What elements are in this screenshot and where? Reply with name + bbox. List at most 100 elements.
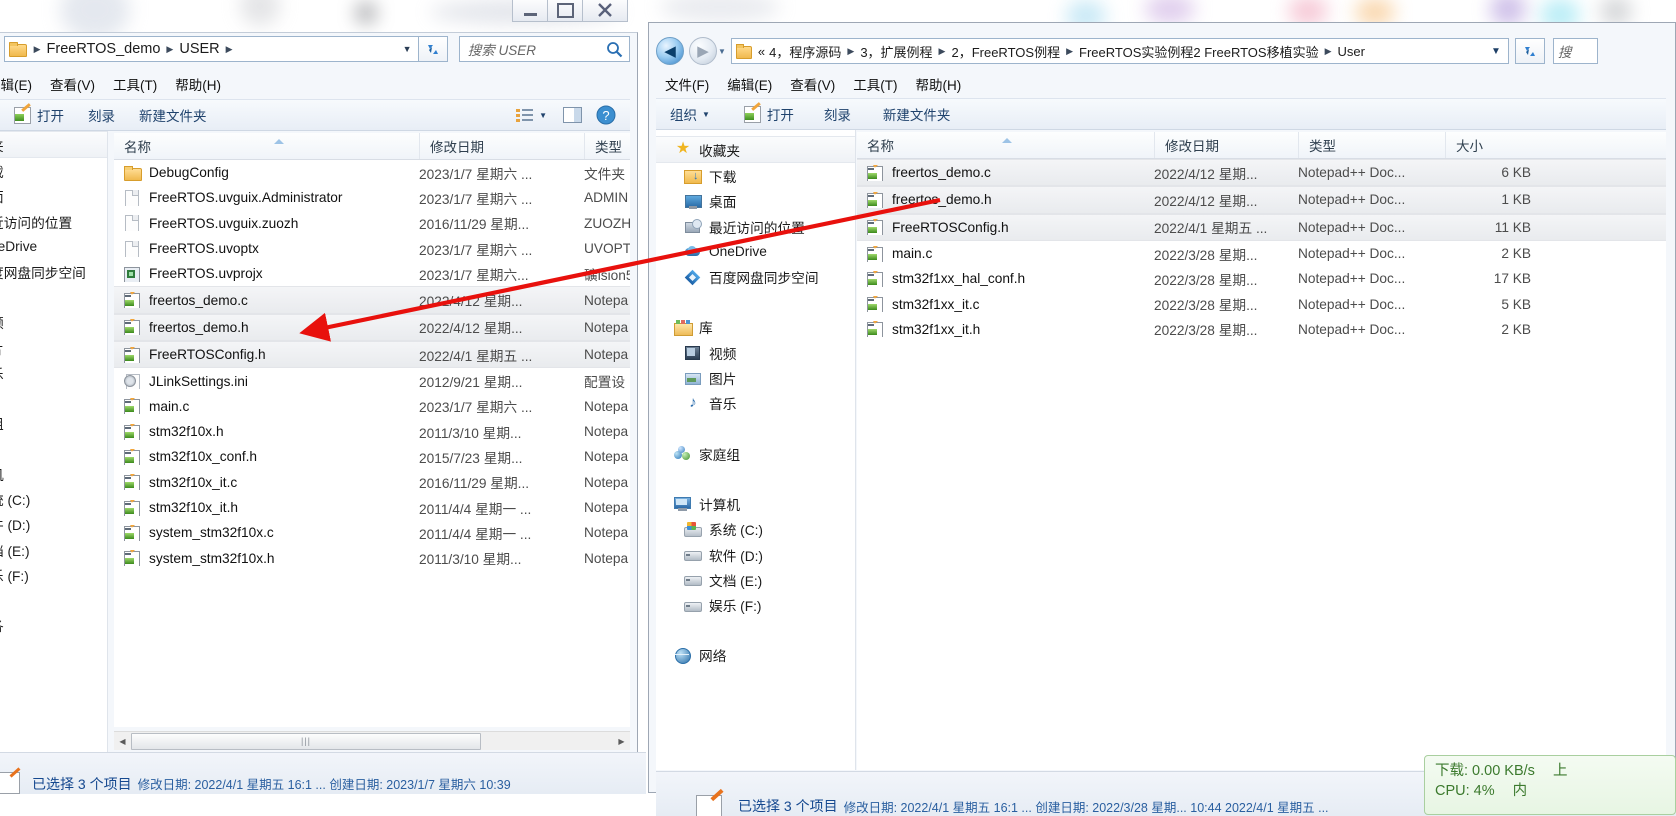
chevron-down-icon[interactable]: ▼	[539, 111, 547, 120]
table-row[interactable]: stm32f10x.h 2011/3/10 星期... Notepa	[114, 419, 630, 444]
file-name-cell[interactable]: FreeRTOS.uvprojx	[114, 266, 419, 282]
scroll-thumb[interactable]: |||	[131, 732, 481, 750]
file-name-cell[interactable]: JLinkSettings.ini	[114, 373, 419, 390]
file-name-cell[interactable]: main.c	[857, 245, 1154, 262]
file-name-cell[interactable]: system_stm32f10x.h	[114, 550, 419, 567]
menu-item-edit[interactable]: 编辑(E)	[0, 74, 41, 94]
sidebar-item-下载[interactable]: ↓ 下载	[656, 163, 855, 188]
file-name-cell[interactable]: DebugConfig	[114, 165, 419, 181]
sidebar-item-OneDrive[interactable]: OneDrive	[656, 239, 855, 264]
sidebar-item-8[interactable]: 片	[0, 335, 107, 360]
table-row[interactable]: stm32f10x_it.c 2016/11/29 星期... Notepa	[114, 470, 630, 495]
file-name-cell[interactable]: stm32f1xx_hal_conf.h	[857, 270, 1154, 287]
back-button[interactable]: ◀	[656, 37, 684, 65]
burn-button[interactable]: 刻录	[806, 104, 863, 124]
search-input[interactable]: 搜	[1558, 41, 1572, 61]
network-monitor-widget[interactable]: 下载: 0.00 KB/s 上 CPU: 4% 内	[1424, 755, 1676, 815]
table-row[interactable]: system_stm32f10x.h 2011/3/10 星期... Notepa	[114, 545, 630, 570]
sidebar-item-视频[interactable]: 视频	[656, 340, 855, 365]
breadcrumb-item[interactable]: 2，FreeRTOS例程	[950, 42, 1061, 61]
sidebar-group-库[interactable]: 库	[656, 315, 855, 340]
breadcrumb-dropdown-icon[interactable]: ▼	[403, 44, 416, 54]
breadcrumb-item[interactable]: User	[1337, 44, 1366, 59]
sidebar-item-7[interactable]: 频	[0, 310, 107, 335]
table-row[interactable]: FreeRTOS.uvprojx 2023/1/7 星期六... 礦ision5	[114, 261, 630, 286]
right-search-box[interactable]: 搜	[1552, 38, 1598, 64]
breadcrumb-item[interactable]: 3，扩展例程	[859, 42, 933, 61]
sidebar-item-百度网盘同步空间[interactable]: 百度网盘同步空间	[656, 264, 855, 289]
explorer-window-right[interactable]: ◀ ▶ ▼ « 4，程序源码 ▶ 3，扩展例程 ▶ 2，FreeRTOS例程 ▶…	[648, 22, 1676, 816]
sidebar-item-文档 (E:)[interactable]: 文档 (E:)	[656, 567, 855, 592]
table-row[interactable]: freertos_demo.h 2022/4/12 星期... Notepa	[114, 313, 630, 342]
explorer-window-left[interactable]: ▼ ▶ FreeRTOS_demo ▶ USER ▶ ▼ 搜索 USER	[0, 0, 646, 794]
left-window-controls[interactable]	[512, 0, 628, 22]
menu-item-view[interactable]: 查看(V)	[41, 74, 104, 94]
left-file-list[interactable]: DebugConfig 2023/1/7 星期六 ... 文件夹 FreeRTOS.u…	[114, 160, 630, 727]
file-name-cell[interactable]: freertos_demo.c	[857, 164, 1154, 181]
sidebar-item-19[interactable]: 各	[0, 612, 107, 637]
file-name-cell[interactable]: main.c	[114, 398, 419, 415]
sidebar-item-音乐[interactable]: ♪ 音乐	[656, 391, 855, 416]
change-view-button[interactable]: ▼	[510, 108, 553, 123]
file-name-cell[interactable]: system_stm32f10x.c	[114, 524, 419, 541]
table-row[interactable]: freertos_demo.c 2022/4/12 星期... Notepa	[114, 286, 630, 314]
sidebar-item-娱乐 (F:)[interactable]: 娱乐 (F:)	[656, 592, 855, 617]
left-column-headers[interactable]: 名称 修改日期 类型	[114, 133, 630, 160]
new-folder-button[interactable]: 新建文件夹	[127, 105, 219, 125]
table-row[interactable]: FreeRTOSConfig.h 2022/4/1 星期五 ... Notepa	[114, 341, 630, 369]
right-toolbar[interactable]: 组织 ▼ 打开 刻录 新建文件夹	[656, 98, 1666, 130]
right-menu-bar[interactable]: 文件(F) 编辑(E) 查看(V) 工具(T) 帮助(H)	[656, 72, 1666, 96]
menu-item-edit[interactable]: 编辑(E)	[718, 74, 781, 94]
forward-button[interactable]: ▶	[689, 37, 717, 65]
right-address-bar[interactable]: ◀ ▶ ▼ « 4，程序源码 ▶ 3，扩展例程 ▶ 2，FreeRTOS例程 ▶…	[656, 33, 1666, 69]
sidebar-item-16[interactable]: 档 (E:)	[0, 537, 107, 562]
file-name-cell[interactable]: FreeRTOS.uvguix.zuozh	[114, 215, 419, 232]
sidebar-item-5[interactable]: 度网盘同步空间	[0, 259, 107, 284]
scroll-right-arrow[interactable]: ▶	[613, 733, 630, 750]
menu-item-tools[interactable]: 工具(T)	[104, 74, 166, 94]
help-button[interactable]: ?	[592, 105, 620, 125]
file-name-cell[interactable]: FreeRTOSConfig.h	[114, 346, 419, 363]
right-breadcrumb[interactable]: « 4，程序源码 ▶ 3，扩展例程 ▶ 2，FreeRTOS例程 ▶ FreeR…	[730, 38, 1509, 64]
column-header-size[interactable]: 大小	[1445, 132, 1545, 158]
maximize-button[interactable]	[547, 0, 583, 22]
file-name-cell[interactable]: stm32f1xx_it.c	[857, 296, 1154, 313]
left-breadcrumb[interactable]: ▶ FreeRTOS_demo ▶ USER ▶ ▼	[3, 36, 419, 62]
sidebar-item-2[interactable]: 面	[0, 184, 107, 209]
table-row[interactable]: stm32f10x_conf.h 2015/7/23 星期... Notepa	[114, 444, 630, 469]
column-header-type[interactable]: 类型	[584, 133, 630, 159]
scroll-left-arrow[interactable]: ◀	[114, 733, 131, 750]
organize-button[interactable]: 组织 ▼	[656, 104, 722, 124]
file-name-cell[interactable]: freertos_demo.h	[857, 191, 1154, 208]
table-row[interactable]: stm32f1xx_it.h 2022/3/28 星期... Notepad++ D…	[857, 317, 1666, 342]
file-name-cell[interactable]: freertos_demo.c	[114, 292, 419, 309]
new-folder-button[interactable]: 新建文件夹	[863, 104, 963, 124]
show-preview-pane-button[interactable]	[553, 107, 592, 123]
file-name-cell[interactable]: freertos_demo.h	[114, 319, 419, 336]
column-header-type[interactable]: 类型	[1298, 132, 1445, 158]
breadcrumb-overflow[interactable]: «	[758, 44, 765, 59]
breadcrumb-item[interactable]: USER	[178, 41, 220, 57]
sidebar-item-1[interactable]: 载	[0, 158, 107, 183]
recent-pages-dropdown[interactable]: ▼	[718, 47, 726, 56]
file-name-cell[interactable]: stm32f10x_it.c	[114, 474, 419, 491]
file-name-cell[interactable]: stm32f10x_conf.h	[114, 448, 419, 465]
menu-item-tools[interactable]: 工具(T)	[844, 74, 906, 94]
sidebar-group-收藏夹[interactable]: ★ 收藏夹	[656, 136, 855, 164]
sidebar-item-17[interactable]: 乐 (F:)	[0, 562, 107, 587]
sidebar-group-网络[interactable]: 网络	[656, 643, 855, 668]
table-row[interactable]: stm32f1xx_hal_conf.h 2022/3/28 星期... Notep…	[857, 266, 1666, 291]
sidebar-item-3[interactable]: 近访问的位置	[0, 209, 107, 234]
sidebar-item-4[interactable]: neDrive	[0, 234, 107, 259]
sidebar-item-11[interactable]: 组	[0, 411, 107, 436]
table-row[interactable]: stm32f10x_it.h 2011/4/4 星期一 ... Notepa	[114, 495, 630, 520]
burn-button[interactable]: 刻录	[76, 105, 127, 125]
search-input[interactable]: 搜索 USER	[468, 39, 536, 59]
table-row[interactable]: JLinkSettings.ini 2012/9/21 星期... 配置设	[114, 368, 630, 393]
table-row[interactable]: freertos_demo.h 2022/4/12 星期... Notepad++ …	[857, 186, 1666, 214]
menu-item-help[interactable]: 帮助(H)	[907, 74, 971, 94]
table-row[interactable]: system_stm32f10x.c 2011/4/4 星期一 ... Notepa	[114, 520, 630, 545]
sidebar-group-家庭组[interactable]: 家庭组	[656, 441, 855, 466]
file-name-cell[interactable]: stm32f1xx_it.h	[857, 321, 1154, 338]
left-refresh-button[interactable]	[418, 36, 448, 62]
